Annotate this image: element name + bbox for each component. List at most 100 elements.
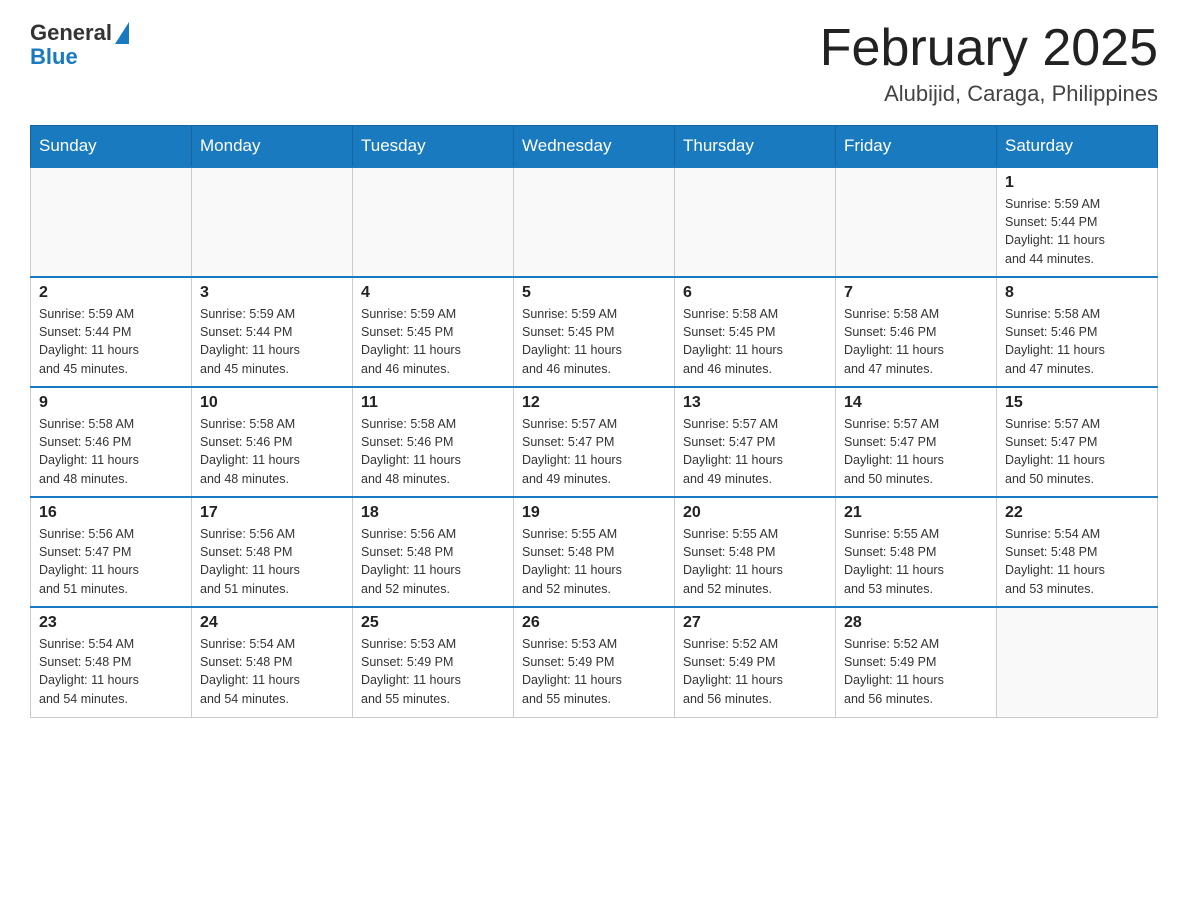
- day-number: 10: [200, 394, 344, 412]
- day-number: 20: [683, 504, 827, 522]
- calendar-cell: [192, 167, 353, 277]
- day-number: 14: [844, 394, 988, 412]
- day-number: 16: [39, 504, 183, 522]
- day-info: Sunrise: 5:57 AM Sunset: 5:47 PM Dayligh…: [522, 415, 666, 488]
- day-info: Sunrise: 5:53 AM Sunset: 5:49 PM Dayligh…: [361, 635, 505, 708]
- day-info: Sunrise: 5:56 AM Sunset: 5:47 PM Dayligh…: [39, 525, 183, 598]
- day-number: 25: [361, 614, 505, 632]
- day-info: Sunrise: 5:59 AM Sunset: 5:44 PM Dayligh…: [1005, 195, 1149, 268]
- day-number: 9: [39, 394, 183, 412]
- calendar-cell: 21 Sunrise: 5:55 AM Sunset: 5:48 PM Dayli…: [836, 497, 997, 607]
- day-info: Sunrise: 5:55 AM Sunset: 5:48 PM Dayligh…: [522, 525, 666, 598]
- logo-blue-text: Blue: [30, 44, 78, 70]
- day-info: Sunrise: 5:58 AM Sunset: 5:46 PM Dayligh…: [844, 305, 988, 378]
- title-section: February 2025 Alubijid, Caraga, Philippi…: [820, 20, 1158, 107]
- calendar-cell: 22 Sunrise: 5:54 AM Sunset: 5:48 PM Dayli…: [997, 497, 1158, 607]
- calendar-cell: [353, 167, 514, 277]
- day-number: 17: [200, 504, 344, 522]
- month-title: February 2025: [820, 20, 1158, 77]
- day-info: Sunrise: 5:57 AM Sunset: 5:47 PM Dayligh…: [683, 415, 827, 488]
- calendar-cell: [997, 607, 1158, 717]
- week-row-5: 23 Sunrise: 5:54 AM Sunset: 5:48 PM Dayli…: [31, 607, 1158, 717]
- day-info: Sunrise: 5:59 AM Sunset: 5:45 PM Dayligh…: [522, 305, 666, 378]
- calendar-cell: 26 Sunrise: 5:53 AM Sunset: 5:49 PM Dayli…: [514, 607, 675, 717]
- day-number: 27: [683, 614, 827, 632]
- calendar-cell: 11Sunrise: 5:58 AM Sunset: 5:46 PM Dayli…: [353, 387, 514, 497]
- day-info: Sunrise: 5:58 AM Sunset: 5:46 PM Dayligh…: [39, 415, 183, 488]
- day-info: Sunrise: 5:53 AM Sunset: 5:49 PM Dayligh…: [522, 635, 666, 708]
- day-info: Sunrise: 5:54 AM Sunset: 5:48 PM Dayligh…: [200, 635, 344, 708]
- day-number: 26: [522, 614, 666, 632]
- day-number: 23: [39, 614, 183, 632]
- col-thursday: Thursday: [675, 126, 836, 168]
- day-number: 28: [844, 614, 988, 632]
- calendar-cell: 19 Sunrise: 5:55 AM Sunset: 5:48 PM Dayli…: [514, 497, 675, 607]
- week-row-1: 1 Sunrise: 5:59 AM Sunset: 5:44 PM Daylig…: [31, 167, 1158, 277]
- week-row-3: 9 Sunrise: 5:58 AM Sunset: 5:46 PM Daylig…: [31, 387, 1158, 497]
- calendar-cell: 28 Sunrise: 5:52 AM Sunset: 5:49 PM Dayli…: [836, 607, 997, 717]
- day-info: Sunrise: 5:58 AM Sunset: 5:45 PM Dayligh…: [683, 305, 827, 378]
- day-number: 22: [1005, 504, 1149, 522]
- location-title: Alubijid, Caraga, Philippines: [820, 81, 1158, 107]
- logo-general-text: General: [30, 20, 112, 46]
- day-number: 21: [844, 504, 988, 522]
- logo: General Blue: [30, 20, 129, 70]
- calendar-cell: 17 Sunrise: 5:56 AM Sunset: 5:48 PM Dayli…: [192, 497, 353, 607]
- day-number: 1: [1005, 174, 1149, 192]
- calendar-cell: 3Sunrise: 5:59 AM Sunset: 5:44 PM Daylig…: [192, 277, 353, 387]
- calendar-cell: 7 Sunrise: 5:58 AM Sunset: 5:46 PM Daylig…: [836, 277, 997, 387]
- day-info: Sunrise: 5:55 AM Sunset: 5:48 PM Dayligh…: [683, 525, 827, 598]
- day-info: Sunrise: 5:54 AM Sunset: 5:48 PM Dayligh…: [39, 635, 183, 708]
- calendar-header-row: Sunday Monday Tuesday Wednesday Thursday…: [31, 126, 1158, 168]
- day-info: Sunrise: 5:52 AM Sunset: 5:49 PM Dayligh…: [844, 635, 988, 708]
- day-number: 8: [1005, 284, 1149, 302]
- day-info: Sunrise: 5:59 AM Sunset: 5:45 PM Dayligh…: [361, 305, 505, 378]
- day-info: Sunrise: 5:58 AM Sunset: 5:46 PM Dayligh…: [200, 415, 344, 488]
- calendar-cell: 4 Sunrise: 5:59 AM Sunset: 5:45 PM Daylig…: [353, 277, 514, 387]
- col-monday: Monday: [192, 126, 353, 168]
- day-number: 12: [522, 394, 666, 412]
- calendar-cell: 20 Sunrise: 5:55 AM Sunset: 5:48 PM Dayli…: [675, 497, 836, 607]
- calendar-cell: 12 Sunrise: 5:57 AM Sunset: 5:47 PM Dayli…: [514, 387, 675, 497]
- calendar-cell: 10 Sunrise: 5:58 AM Sunset: 5:46 PM Dayli…: [192, 387, 353, 497]
- calendar-cell: 13 Sunrise: 5:57 AM Sunset: 5:47 PM Dayli…: [675, 387, 836, 497]
- day-number: 7: [844, 284, 988, 302]
- col-sunday: Sunday: [31, 126, 192, 168]
- calendar-cell: 15Sunrise: 5:57 AM Sunset: 5:47 PM Dayli…: [997, 387, 1158, 497]
- day-info: Sunrise: 5:56 AM Sunset: 5:48 PM Dayligh…: [361, 525, 505, 598]
- calendar-cell: 16 Sunrise: 5:56 AM Sunset: 5:47 PM Dayli…: [31, 497, 192, 607]
- calendar-cell: 25 Sunrise: 5:53 AM Sunset: 5:49 PM Dayli…: [353, 607, 514, 717]
- day-number: 18: [361, 504, 505, 522]
- calendar-cell: 6Sunrise: 5:58 AM Sunset: 5:45 PM Daylig…: [675, 277, 836, 387]
- calendar-table: Sunday Monday Tuesday Wednesday Thursday…: [30, 125, 1158, 718]
- calendar-cell: 1 Sunrise: 5:59 AM Sunset: 5:44 PM Daylig…: [997, 167, 1158, 277]
- calendar-cell: 2Sunrise: 5:59 AM Sunset: 5:44 PM Daylig…: [31, 277, 192, 387]
- calendar-cell: 9 Sunrise: 5:58 AM Sunset: 5:46 PM Daylig…: [31, 387, 192, 497]
- day-info: Sunrise: 5:56 AM Sunset: 5:48 PM Dayligh…: [200, 525, 344, 598]
- calendar-cell: 27 Sunrise: 5:52 AM Sunset: 5:49 PM Dayli…: [675, 607, 836, 717]
- calendar-cell: 8 Sunrise: 5:58 AM Sunset: 5:46 PM Daylig…: [997, 277, 1158, 387]
- day-number: 13: [683, 394, 827, 412]
- day-info: Sunrise: 5:58 AM Sunset: 5:46 PM Dayligh…: [1005, 305, 1149, 378]
- calendar-cell: 18 Sunrise: 5:56 AM Sunset: 5:48 PM Dayli…: [353, 497, 514, 607]
- day-info: Sunrise: 5:55 AM Sunset: 5:48 PM Dayligh…: [844, 525, 988, 598]
- day-info: Sunrise: 5:59 AM Sunset: 5:44 PM Dayligh…: [200, 305, 344, 378]
- col-friday: Friday: [836, 126, 997, 168]
- calendar-cell: 23 Sunrise: 5:54 AM Sunset: 5:48 PM Dayli…: [31, 607, 192, 717]
- col-tuesday: Tuesday: [353, 126, 514, 168]
- week-row-2: 2 Sunrise: 5:59 AM Sunset: 5:44 PM Daylig…: [31, 277, 1158, 387]
- day-number: 5: [522, 284, 666, 302]
- day-number: 2: [39, 284, 183, 302]
- calendar-cell: 14 Sunrise: 5:57 AM Sunset: 5:47 PM Dayli…: [836, 387, 997, 497]
- day-number: 4: [361, 284, 505, 302]
- day-info: Sunrise: 5:52 AM Sunset: 5:49 PM Dayligh…: [683, 635, 827, 708]
- day-number: 11: [361, 394, 505, 412]
- day-number: 15: [1005, 394, 1149, 412]
- calendar-cell: 5 Sunrise: 5:59 AM Sunset: 5:45 PM Daylig…: [514, 277, 675, 387]
- day-info: Sunrise: 5:54 AM Sunset: 5:48 PM Dayligh…: [1005, 525, 1149, 598]
- col-saturday: Saturday: [997, 126, 1158, 168]
- day-info: Sunrise: 5:57 AM Sunset: 5:47 PM Dayligh…: [844, 415, 988, 488]
- calendar-cell: 24Sunrise: 5:54 AM Sunset: 5:48 PM Dayli…: [192, 607, 353, 717]
- day-number: 19: [522, 504, 666, 522]
- calendar-cell: [675, 167, 836, 277]
